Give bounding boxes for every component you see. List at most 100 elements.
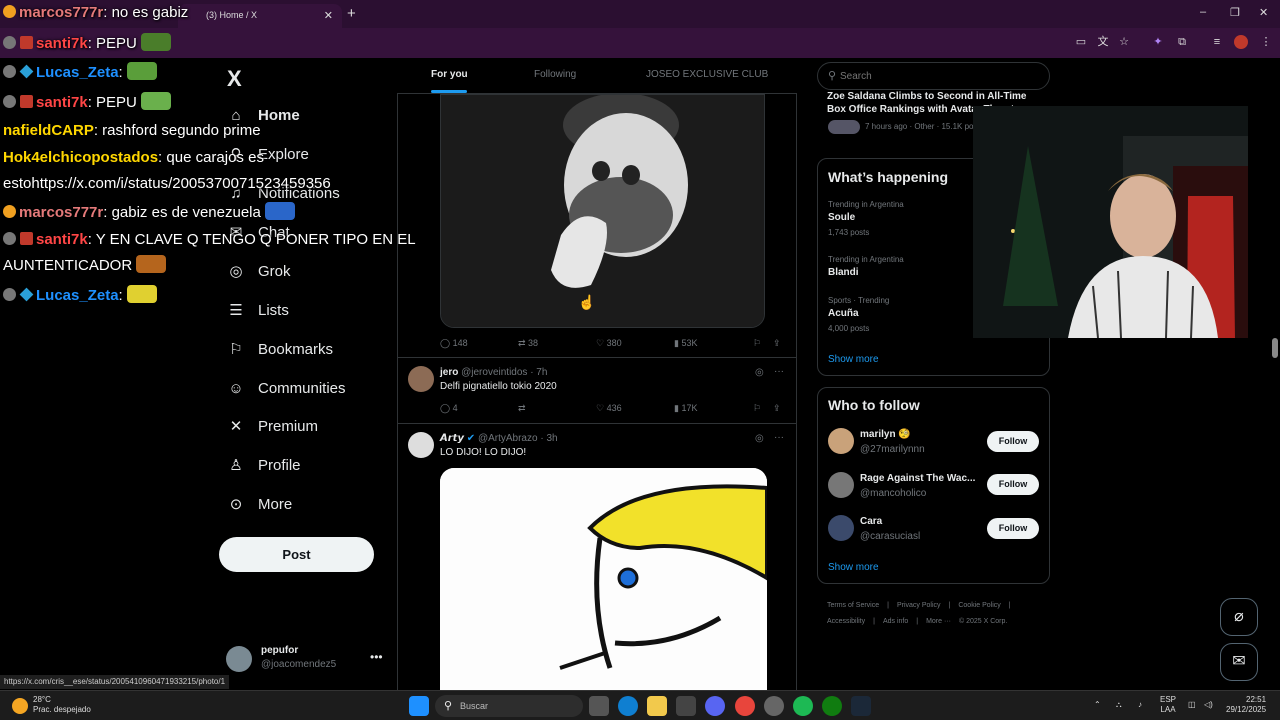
nav-explore-label: Explore bbox=[258, 145, 309, 163]
obs-icon[interactable] bbox=[764, 696, 784, 716]
grok-post-icon[interactable]: ◎ bbox=[755, 367, 764, 378]
messages-fab-icon[interactable]: ✉ bbox=[1220, 643, 1258, 681]
windows-start-icon[interactable] bbox=[409, 696, 429, 716]
repost-button[interactable]: ⇄ bbox=[518, 403, 526, 414]
nav-premium[interactable]: ✕ Premium bbox=[226, 413, 318, 439]
edge-icon[interactable] bbox=[618, 696, 638, 716]
repost-button[interactable]: ⇄ 38 bbox=[518, 338, 538, 349]
tab-close-icon[interactable]: ✕ bbox=[324, 9, 333, 22]
share-icon[interactable]: ⇪ bbox=[773, 403, 781, 414]
scroll-thumb[interactable] bbox=[1272, 338, 1278, 358]
minimize-button[interactable]: – bbox=[1200, 6, 1206, 18]
cookie-link[interactable]: Cookie Policy bbox=[958, 602, 1000, 609]
spotify-icon[interactable] bbox=[793, 696, 813, 716]
browser-tab[interactable]: (3) Home / X ✕ bbox=[178, 4, 342, 28]
nav-home-label: Home bbox=[258, 106, 300, 124]
tab-title: (3) Home / X bbox=[206, 10, 258, 20]
taskbar-search[interactable]: ⚲ Buscar bbox=[435, 695, 583, 717]
star-icon[interactable]: ☆ bbox=[1117, 35, 1131, 49]
like-button[interactable]: ♡ 436 bbox=[596, 403, 622, 414]
search-box[interactable]: ⚲ bbox=[817, 62, 1050, 90]
cast-icon[interactable]: ▭ bbox=[1074, 35, 1088, 49]
chrome-icon[interactable] bbox=[735, 696, 755, 716]
bookmark-icon[interactable]: ⚐ bbox=[753, 338, 761, 349]
search-input[interactable] bbox=[840, 67, 1020, 85]
more-link[interactable]: More ··· bbox=[926, 618, 951, 625]
kebab-menu-icon[interactable]: ⋮ bbox=[1259, 35, 1273, 49]
maximize-button[interactable]: ❐ bbox=[1230, 6, 1240, 19]
emote-icon bbox=[136, 255, 167, 273]
post-image[interactable] bbox=[440, 94, 765, 328]
avatar[interactable] bbox=[828, 428, 854, 454]
follow-button[interactable]: Follow bbox=[987, 431, 1039, 452]
views-button[interactable]: ▮ 53K bbox=[674, 338, 697, 349]
tab-following[interactable]: Following bbox=[534, 69, 576, 80]
show-more-link[interactable]: Show more bbox=[828, 354, 879, 365]
nav-lists[interactable]: ☰ Lists bbox=[226, 297, 289, 323]
terms-link[interactable]: Terms of Service bbox=[827, 602, 879, 609]
like-button[interactable]: ♡ 380 bbox=[596, 338, 622, 349]
post-author[interactable]: jero @jeroveintidos · 7h bbox=[440, 367, 547, 378]
ads-info-link[interactable]: Ads info bbox=[883, 618, 908, 625]
chevron-up-icon[interactable]: ⌃ bbox=[1094, 700, 1101, 710]
follow-button[interactable]: Follow bbox=[987, 518, 1039, 539]
network-icon[interactable]: ⛬ bbox=[1116, 700, 1122, 710]
follow-user-name[interactable]: Cara bbox=[860, 516, 882, 527]
share-icon[interactable]: ⇪ bbox=[773, 338, 781, 349]
views-button[interactable]: ▮ 17K bbox=[674, 403, 697, 414]
discord-icon[interactable] bbox=[705, 696, 725, 716]
post-author[interactable]: 𝘼𝙧𝙩𝙮 ✔ @ArtyAbrazo · 3h bbox=[440, 433, 558, 444]
scrollbar[interactable] bbox=[1270, 58, 1280, 690]
like-count: 436 bbox=[606, 403, 622, 413]
follow-user-name[interactable]: marilyn 🧐 bbox=[860, 429, 911, 440]
address-bar[interactable] bbox=[0, 28, 1280, 58]
avatar[interactable] bbox=[828, 515, 854, 541]
task-view-icon[interactable] bbox=[589, 696, 609, 716]
post-more-icon[interactable]: ··· bbox=[774, 432, 784, 443]
avatar[interactable] bbox=[408, 432, 434, 458]
account-menu-icon[interactable]: ••• bbox=[370, 650, 383, 664]
nav-profile[interactable]: ♙ Profile bbox=[226, 452, 300, 478]
trend-meta: Trending in Argentina bbox=[828, 255, 904, 264]
privacy-link[interactable]: Privacy Policy bbox=[897, 602, 941, 609]
clock[interactable]: 22:51 29/12/2025 bbox=[1226, 695, 1266, 715]
bookmark-icon[interactable]: ⚐ bbox=[753, 403, 761, 414]
nav-more[interactable]: ⊙ More bbox=[226, 491, 292, 517]
puzzle-icon[interactable]: ⧉ bbox=[1175, 35, 1189, 49]
reply-button[interactable]: ◯ 148 bbox=[440, 338, 468, 349]
store-icon[interactable] bbox=[676, 696, 696, 716]
accessibility-link[interactable]: Accessibility bbox=[827, 618, 865, 625]
tab-for-you[interactable]: For you bbox=[431, 69, 468, 80]
xbox-icon[interactable] bbox=[822, 696, 842, 716]
close-window-button[interactable]: ✕ bbox=[1259, 6, 1268, 19]
post-image[interactable] bbox=[440, 468, 767, 690]
account-switcher[interactable]: pepufor @joacomendez5 ••• bbox=[226, 644, 386, 674]
x-logo[interactable]: X bbox=[227, 66, 242, 92]
translate-icon[interactable]: 文 bbox=[1096, 35, 1110, 49]
follow-user-name[interactable]: Rage Against The Wac... bbox=[860, 473, 975, 484]
volume-icon[interactable]: ◁) bbox=[1204, 700, 1213, 710]
post-button[interactable]: Post bbox=[219, 537, 374, 572]
steam-icon[interactable] bbox=[851, 696, 871, 716]
tab-joseo-club[interactable]: JOSEO EXCLUSIVE CLUB bbox=[646, 69, 768, 80]
microphone-icon[interactable]: ♪ bbox=[1138, 700, 1142, 710]
new-tab-button[interactable]: + bbox=[347, 5, 356, 22]
profile-avatar-icon[interactable] bbox=[1234, 35, 1248, 49]
nav-grok[interactable]: ◎ Grok bbox=[226, 258, 290, 284]
post-more-icon[interactable]: ··· bbox=[774, 366, 784, 377]
nav-communities[interactable]: ☺ Communities bbox=[226, 375, 345, 401]
follow-button[interactable]: Follow bbox=[987, 474, 1039, 495]
playlist-icon[interactable]: ≡ bbox=[1210, 35, 1224, 49]
nav-bookmarks[interactable]: ⚐ Bookmarks bbox=[226, 336, 333, 362]
avatar[interactable] bbox=[408, 366, 434, 392]
badge-icon bbox=[20, 232, 33, 245]
grok-post-icon[interactable]: ◎ bbox=[755, 433, 764, 444]
file-explorer-icon[interactable] bbox=[647, 696, 667, 716]
show-more-link[interactable]: Show more bbox=[828, 562, 879, 573]
wifi-icon[interactable]: ◫ bbox=[1188, 700, 1196, 710]
extension-icon[interactable]: ✦ bbox=[1151, 35, 1165, 49]
reply-button[interactable]: ◯ 4 bbox=[440, 403, 458, 414]
language-indicator[interactable]: ESP LAA bbox=[1160, 695, 1176, 715]
grok-fab-icon[interactable]: ⌀ bbox=[1220, 598, 1258, 636]
avatar[interactable] bbox=[828, 472, 854, 498]
